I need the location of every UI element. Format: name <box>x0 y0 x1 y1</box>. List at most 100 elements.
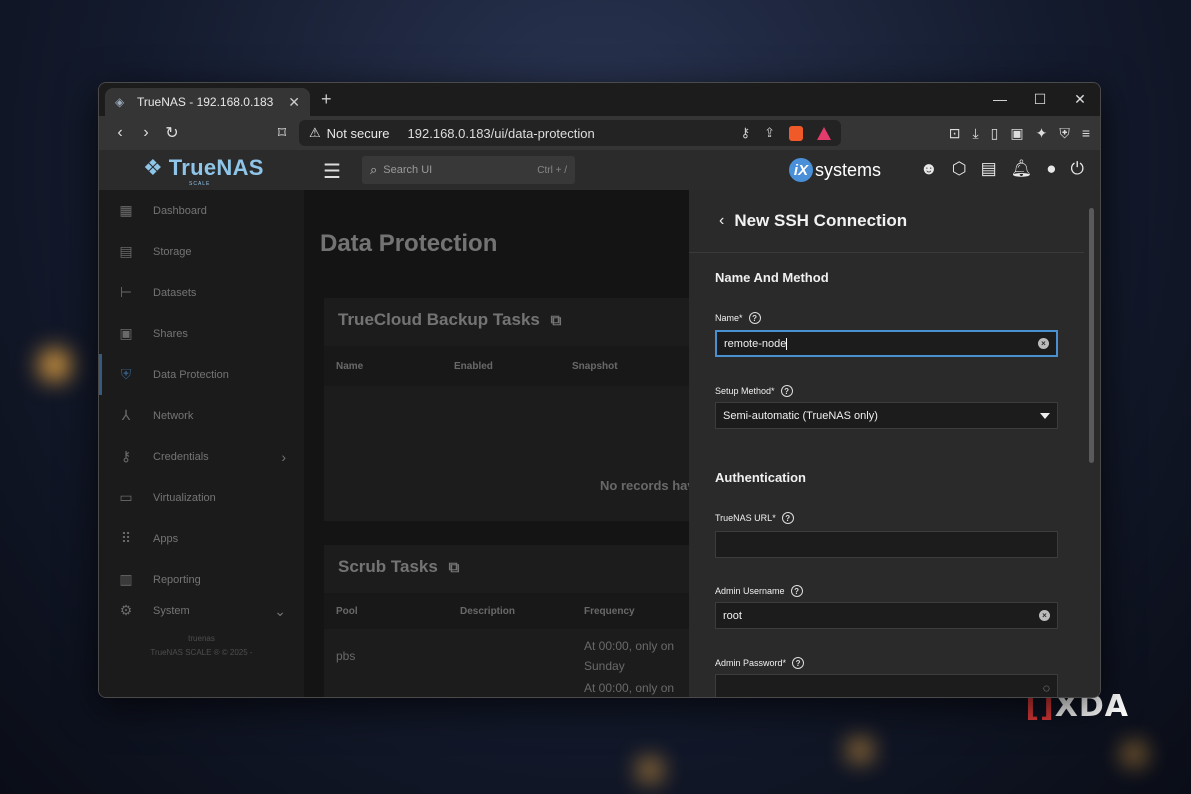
browser-tab[interactable]: ◈ TrueNAS - 192.168.0.183 ✕ <box>105 88 310 116</box>
column-header: Frequency <box>584 606 635 617</box>
help-icon[interactable]: ? <box>748 312 761 324</box>
hamburger-menu-icon[interactable]: ☰ <box>323 159 341 184</box>
leo-ai-icon[interactable]: ✦ <box>1036 125 1048 142</box>
column-header: Snapshot <box>572 361 618 372</box>
panel-scrollbar[interactable] <box>1084 190 1100 697</box>
help-icon[interactable]: ? <box>790 585 803 597</box>
sidebar-item-dashboard[interactable]: ▦ Dashboard <box>99 190 304 231</box>
vpn-icon[interactable]: ⛨ <box>1059 125 1070 142</box>
sidebar: ▦ Dashboard ▤ Storage ⊢ Datasets ▣ Shares ⛨ D… <box>99 190 304 697</box>
sidebar-item-virtualization[interactable]: ▭ Virtualization <box>99 477 304 518</box>
share-icon[interactable]: ⇪ <box>764 125 775 141</box>
setup-method-label: Setup Method* ? <box>715 385 793 397</box>
scrollbar-thumb[interactable] <box>1089 208 1094 463</box>
truenas-app: ❖ TrueNAS SCALE ☰ ⌕ Search UI Ctrl + / i… <box>99 150 1100 697</box>
setup-method-value: Semi-automatic (TrueNAS only) <box>723 409 878 422</box>
app-topbar: ❖ TrueNAS SCALE ☰ ⌕ Search UI Ctrl + / i… <box>99 150 1100 190</box>
browser-tools: ⊡ ⤓ ▯ ▣ ✦ ⛨ ≡ <box>949 125 1090 142</box>
sidebar-item-datasets[interactable]: ⊢ Datasets <box>99 272 304 313</box>
truenas-url-field[interactable] <box>715 531 1058 558</box>
admin-password-label: Admin Password* ? <box>715 657 805 669</box>
external-link-icon[interactable]: ⧉ <box>449 559 460 576</box>
dropdown-arrow-icon <box>1040 412 1050 419</box>
truenas-url-label-text: TrueNAS URL <box>715 513 773 523</box>
power-icon[interactable]: ⏻ <box>1071 159 1084 179</box>
account-icon[interactable]: ● <box>1046 159 1056 179</box>
help-icon[interactable]: ? <box>780 385 793 397</box>
sidebar-item-shares[interactable]: ▣ Shares <box>99 313 304 354</box>
admin-password-field[interactable]: ◌ <box>715 674 1058 697</box>
admin-username-field[interactable]: root × <box>715 602 1058 629</box>
laptop-icon: ▭ <box>119 488 133 505</box>
sidebar-item-storage[interactable]: ▤ Storage <box>99 231 304 272</box>
ixsystems-logo-icon: iX <box>789 158 813 182</box>
search-shortcut: Ctrl + / <box>537 164 567 176</box>
lantern-glow <box>640 760 660 780</box>
brave-shields-icon[interactable] <box>789 125 803 141</box>
clear-icon[interactable]: × <box>1038 338 1049 349</box>
reload-icon[interactable]: ↻ <box>159 123 185 143</box>
sidebar-item-apps[interactable]: ⠿ Apps <box>99 518 304 559</box>
name-field[interactable]: remote-node × <box>715 330 1058 357</box>
browser-toolbar: ‹ › ↻ ⌑ ⚠ Not secure 192.168.0.183/ui/da… <box>99 116 1100 150</box>
topbar-icons: ☻ ⬡ ▤ 🔔︎ ● ⏻ <box>920 159 1084 179</box>
jobs-clipboard-icon[interactable]: ▤ <box>981 159 997 179</box>
address-bar[interactable]: ⚠ Not secure 192.168.0.183/ui/data-prote… <box>299 120 841 146</box>
visibility-off-icon[interactable]: ◌ <box>1043 681 1050 695</box>
bookmark-icon[interactable]: ⌑ <box>269 123 295 143</box>
close-tab-icon[interactable]: ✕ <box>288 94 300 111</box>
required-mark: * <box>771 386 775 396</box>
feedback-icon[interactable]: ☻ <box>920 159 938 179</box>
external-link-icon[interactable]: ⧉ <box>551 312 562 329</box>
sidebar-item-label: System <box>153 605 190 617</box>
admin-password-label-text: Admin Password <box>715 658 783 668</box>
search-input[interactable]: ⌕ Search UI Ctrl + / <box>362 156 575 184</box>
name-value: remote-node <box>724 337 787 350</box>
close-window-icon[interactable]: ✕ <box>1060 83 1100 116</box>
required-mark: * <box>782 658 787 668</box>
clear-icon[interactable]: × <box>1039 610 1050 621</box>
notification-bell-icon[interactable]: 🔔︎ <box>1011 159 1033 179</box>
setup-method-label-text: Setup Method <box>715 386 772 396</box>
network-icon: ⅄ <box>121 406 131 423</box>
window-glow <box>40 350 70 380</box>
download-icon[interactable]: ⤓ <box>972 125 978 142</box>
ixsystems-logo[interactable]: iX systems <box>789 158 881 182</box>
setup-method-select[interactable]: Semi-automatic (TrueNAS only) <box>715 402 1058 429</box>
help-icon[interactable]: ? <box>781 512 794 524</box>
chevron-left-icon[interactable]: ‹ <box>719 212 724 230</box>
truenas-logo[interactable]: ❖ TrueNAS SCALE <box>143 155 264 187</box>
system-icon: ⚙ <box>119 602 133 618</box>
new-tab-button[interactable]: + <box>321 89 332 110</box>
storage-icon: ▤ <box>119 242 133 259</box>
minimize-icon[interactable]: — <box>980 83 1020 116</box>
sidebar-item-data-protection[interactable]: ⛨ Data Protection <box>99 354 304 395</box>
column-header: Pool <box>336 606 358 617</box>
security-indicator[interactable]: ⚠ Not secure <box>309 125 390 141</box>
footer-copyright: TrueNAS SCALE ® © 2025 - <box>150 648 253 657</box>
sidebar-item-label: Storage <box>153 245 192 258</box>
sidebar-item-label: Apps <box>153 532 179 545</box>
sidebar-item-network[interactable]: ⅄ Network <box>99 395 304 436</box>
sidebar-item-label: Shares <box>153 327 188 340</box>
card-title: Scrub Tasks ⧉ <box>338 557 459 577</box>
forward-icon[interactable]: › <box>133 124 159 142</box>
sidebar-item-label: Dashboard <box>153 204 207 217</box>
sidebar-toggle-icon[interactable]: ▯ <box>991 125 999 142</box>
footer-hostname: truenas <box>188 634 215 643</box>
key-icon[interactable]: ⚷ <box>741 125 751 141</box>
maximize-icon[interactable]: ☐ <box>1020 83 1060 116</box>
screenshot-icon[interactable]: ⊡ <box>949 125 961 142</box>
warning-icon: ⚠ <box>309 125 321 140</box>
sidebar-item-system[interactable]: ⚙ System ⌄ <box>99 600 304 622</box>
help-icon[interactable]: ? <box>792 657 805 669</box>
back-icon[interactable]: ‹ <box>107 124 133 142</box>
page-title: Data Protection <box>320 230 498 257</box>
wallet-icon[interactable]: ▣ <box>1010 125 1023 142</box>
brave-rewards-icon[interactable] <box>817 126 831 140</box>
truecommand-icon[interactable]: ⬡ <box>952 159 967 179</box>
sidebar-item-reporting[interactable]: ▥ Reporting <box>99 559 304 600</box>
menu-icon[interactable]: ≡ <box>1082 125 1090 142</box>
sidebar-item-credentials[interactable]: ⚷ Credentials › <box>99 436 304 477</box>
required-mark: * <box>739 313 743 323</box>
